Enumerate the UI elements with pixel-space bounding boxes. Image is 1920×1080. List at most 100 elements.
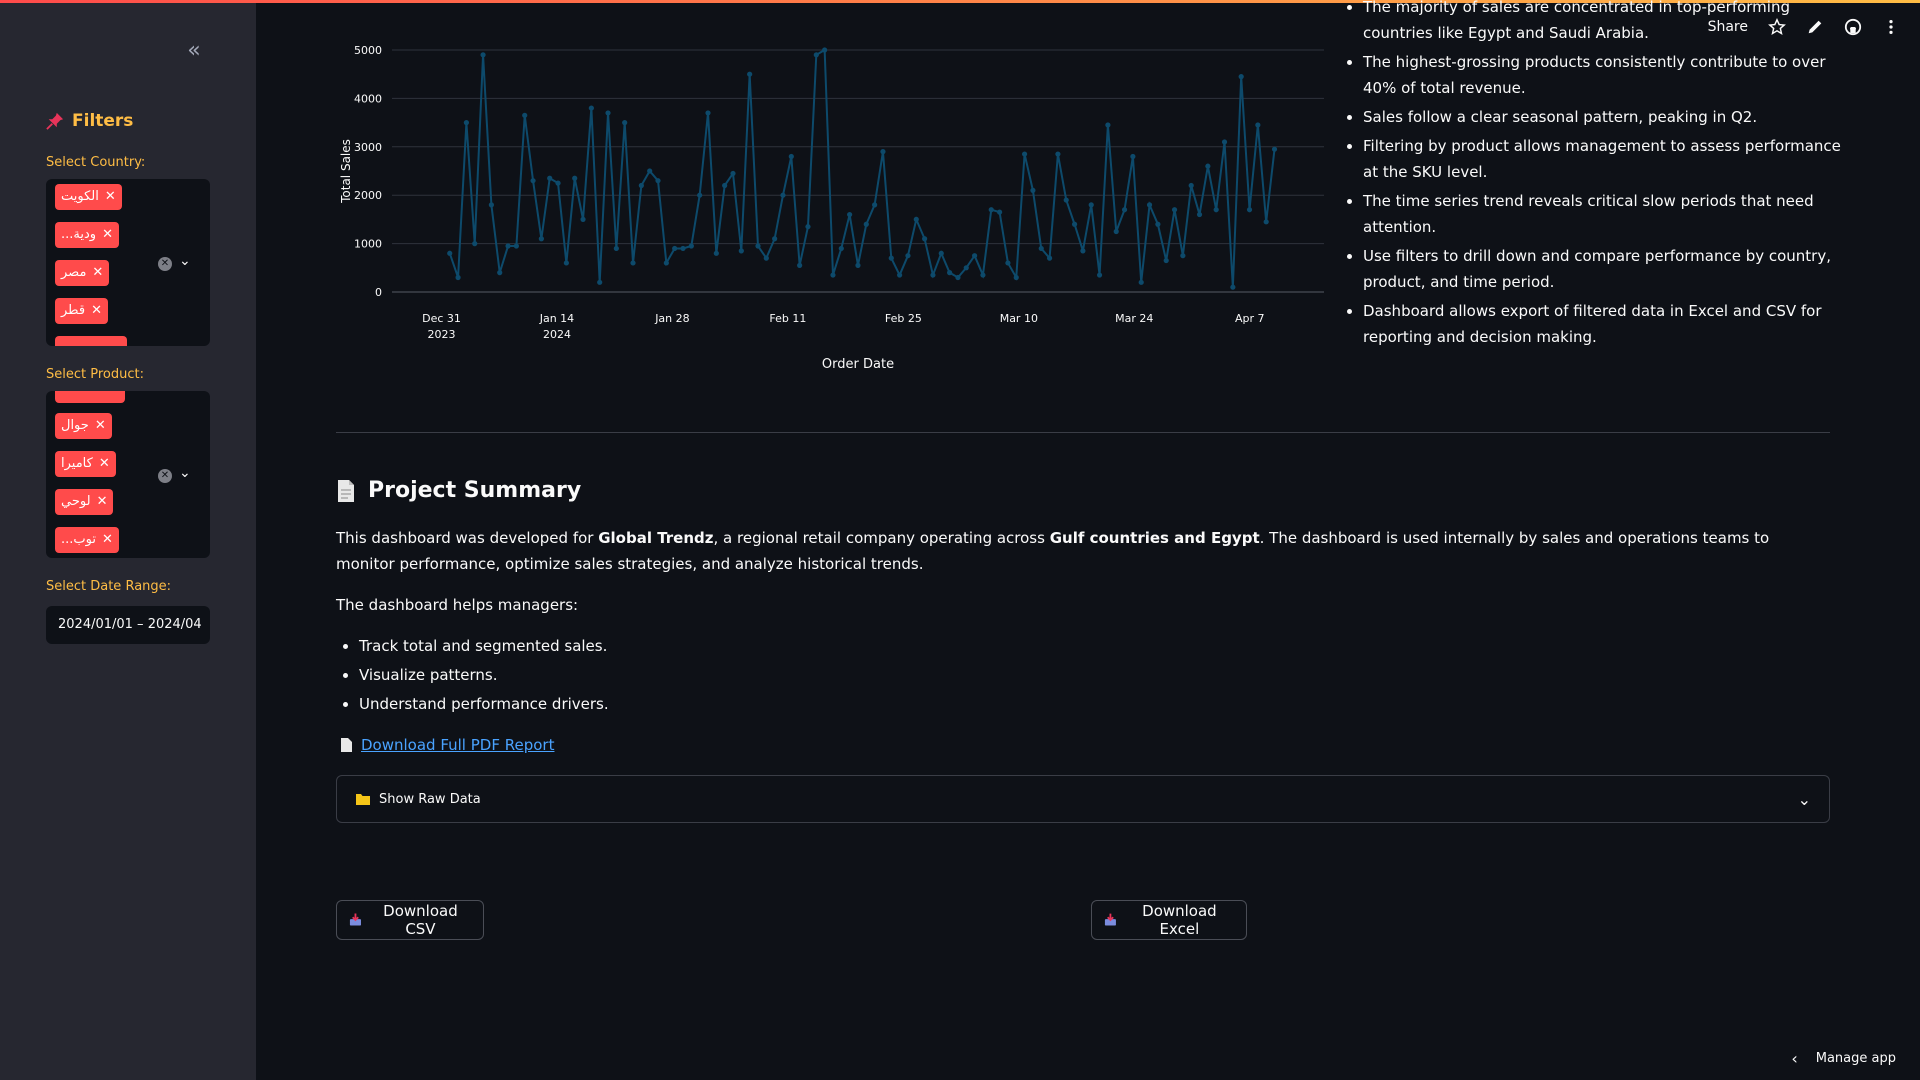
data-point [1230, 284, 1236, 290]
manage-app[interactable]: ‹ Manage app [1791, 1049, 1896, 1068]
product-chip[interactable]: كاميرا ✕ [55, 451, 116, 477]
x-tick-sublabel: 2023 [427, 328, 455, 341]
data-point [963, 265, 969, 271]
data-point [1255, 122, 1261, 128]
country-multiselect[interactable]: الكويت ✕ ...ودية ✕ مصر ✕ قطر ✕ ✕ ⌄ [46, 179, 210, 346]
data-point [780, 192, 786, 198]
data-point [480, 52, 486, 58]
country-chip[interactable]: مصر ✕ [55, 260, 110, 286]
data-point [688, 243, 694, 249]
chevron-down-icon[interactable]: ⌄ [1798, 790, 1811, 809]
pdf-download: Download Full PDF Report [340, 736, 554, 754]
data-point [847, 211, 853, 218]
data-point [988, 207, 994, 213]
data-point [455, 274, 461, 281]
data-point [488, 202, 494, 208]
product-chip[interactable]: ...توب ✕ [55, 527, 119, 553]
folder-icon [356, 794, 370, 805]
data-point [1138, 279, 1144, 285]
insight-item: The highest-grossing products consistent… [1363, 49, 1855, 101]
section-divider [336, 432, 1830, 433]
x-tick-label: Dec 31 [422, 312, 461, 325]
data-point [538, 236, 544, 242]
chip-label: مصر [61, 265, 87, 280]
remove-chip-icon[interactable]: ✕ [97, 489, 108, 515]
clear-all-icon[interactable]: ✕ [158, 257, 172, 271]
chip-label: ...توب [61, 532, 96, 547]
product-label: Select Product: [46, 367, 144, 382]
data-point [638, 182, 644, 189]
product-multiselect[interactable]: جوال ✕ كاميرا ✕ لوحي ✕ ...توب ✕ ✕ ⌄ [46, 391, 210, 558]
data-point [880, 149, 886, 155]
remove-chip-icon[interactable]: ✕ [102, 527, 113, 553]
y-tick-label: 1000 [354, 238, 382, 251]
data-point [563, 260, 569, 266]
data-point [547, 175, 553, 181]
data-point [1105, 122, 1111, 128]
product-chip-partial[interactable] [55, 391, 125, 403]
document-icon [341, 738, 352, 752]
data-point [930, 272, 936, 278]
collapse-sidebar-button[interactable]: « [182, 39, 206, 63]
product-chip[interactable]: لوحي ✕ [55, 489, 114, 515]
chevron-down-icon[interactable]: ⌄ [179, 465, 191, 481]
country-chip[interactable]: قطر ✕ [55, 298, 108, 324]
country-chip[interactable]: الكويت ✕ [55, 184, 122, 210]
data-point [630, 260, 636, 266]
more-vert-icon[interactable] [1882, 18, 1900, 36]
download-excel-button[interactable]: Download Excel [1091, 900, 1247, 940]
project-summary-heading: Project Summary [336, 478, 581, 503]
raw-data-expander[interactable]: Show Raw Data ⌄ [336, 775, 1830, 823]
country-label: Select Country: [46, 155, 146, 170]
x-tick-sublabel: 2024 [543, 328, 571, 341]
clear-all-icon[interactable]: ✕ [158, 469, 172, 483]
remove-chip-icon[interactable]: ✕ [105, 184, 116, 210]
download-pdf-link[interactable]: Download Full PDF Report [361, 736, 554, 754]
remove-chip-icon[interactable]: ✕ [102, 222, 113, 248]
data-point [1196, 211, 1203, 218]
date-range-input[interactable]: 2024/01/01 – 2024/04 [46, 606, 210, 644]
button-label: Download CSV [383, 902, 458, 938]
remove-chip-icon[interactable]: ✕ [91, 298, 102, 324]
data-point [763, 255, 769, 261]
chevron-left-icon[interactable]: ‹ [1791, 1049, 1797, 1068]
data-point [1171, 207, 1178, 213]
data-point [472, 241, 478, 247]
region-name: Gulf countries and Egypt [1049, 529, 1260, 547]
data-point [980, 272, 986, 278]
insight-item: The majority of sales are concentrated i… [1363, 0, 1855, 46]
chevron-down-icon[interactable]: ⌄ [179, 253, 191, 269]
data-point [530, 178, 536, 184]
country-chip-partial[interactable] [55, 336, 127, 346]
data-point [905, 253, 911, 259]
country-chip[interactable]: ...ودية ✕ [55, 222, 119, 248]
data-point [622, 120, 628, 126]
data-point [1205, 163, 1211, 169]
data-point [713, 250, 719, 256]
data-point [897, 272, 903, 278]
product-chip[interactable]: جوال ✕ [55, 413, 112, 439]
data-point [697, 192, 703, 198]
data-point [863, 221, 869, 227]
data-point [805, 224, 811, 230]
data-point [913, 216, 919, 222]
remove-chip-icon[interactable]: ✕ [95, 413, 106, 439]
data-point [1271, 146, 1278, 152]
data-point [572, 175, 578, 181]
y-tick-label: 0 [375, 286, 382, 299]
x-tick-label: Mar 24 [1115, 312, 1153, 325]
x-tick-label: Feb 25 [885, 312, 922, 325]
download-csv-button[interactable]: Download CSV [336, 900, 484, 940]
remove-chip-icon[interactable]: ✕ [99, 451, 110, 477]
data-point [1163, 257, 1169, 264]
helps-managers-text: The dashboard helps managers: [336, 596, 579, 614]
sidebar: « Filters Select Country: الكويت ✕ ...ودي… [0, 3, 256, 1080]
data-point [1005, 260, 1011, 266]
data-point [1080, 248, 1086, 254]
data-point [813, 52, 819, 58]
data-point [663, 260, 669, 266]
data-point [1021, 151, 1028, 157]
data-point [513, 243, 519, 249]
remove-chip-icon[interactable]: ✕ [92, 260, 103, 286]
data-point [1155, 221, 1161, 227]
